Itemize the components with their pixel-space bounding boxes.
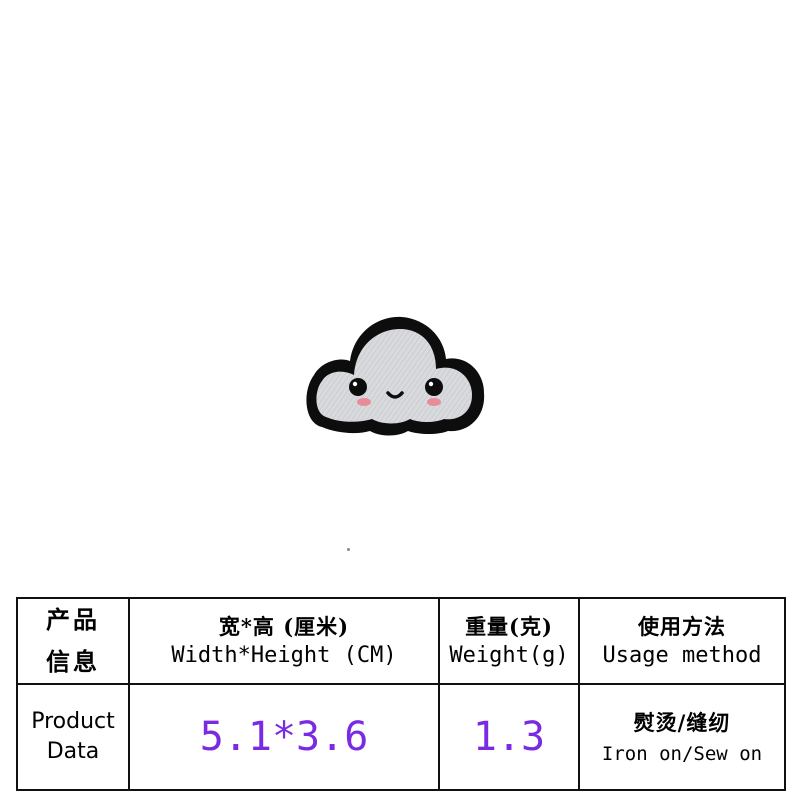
weight-value-cell: 1.3 [438, 683, 580, 791]
weight-value: 1.3 [472, 714, 546, 760]
row-header-cn-line2: 信息 [46, 647, 100, 676]
weight-header-en: Weight(g) [449, 643, 569, 668]
usage-header-cn: 使用方法 [638, 614, 726, 639]
usage-value-en: Iron on/Sew on [601, 743, 763, 765]
row-header-cn-cell: 产品 信息 [16, 597, 130, 685]
size-value-cell: 5.1*3.6 [128, 683, 440, 791]
left-cheek [357, 398, 371, 406]
cloud-body [316, 329, 472, 424]
size-header-en: Width*Height (CM) [171, 643, 397, 668]
cloud-face-patch-icon [306, 316, 485, 436]
usage-value-cell: 熨烫/缝纫 Iron on/Sew on [578, 683, 786, 791]
row-header-en-line2: Data [46, 739, 100, 764]
table-value-row: Product Data 5.1*3.6 1.3 熨烫/缝纫 Iron on/S… [16, 683, 786, 791]
row-header-en-cell: Product Data [16, 683, 130, 791]
size-header-cn: 宽*高 (厘米) [218, 614, 350, 639]
row-header-en-line1: Product [31, 709, 115, 734]
row-header-cn-line1: 产品 [46, 605, 100, 634]
usage-header-cell: 使用方法 Usage method [578, 597, 786, 685]
usage-header-en: Usage method [602, 643, 762, 668]
size-header-cell: 宽*高 (厘米) Width*Height (CM) [128, 597, 440, 685]
usage-value-cn: 熨烫/缝纫 [633, 710, 731, 735]
left-eye [349, 378, 367, 396]
product-info-table: 产品 信息 宽*高 (厘米) Width*Height (CM) 重量(克) W… [16, 597, 786, 791]
right-cheek [427, 398, 441, 406]
size-value: 5.1*3.6 [199, 714, 369, 760]
speck [347, 548, 350, 551]
weight-header-cn: 重量(克) [465, 614, 553, 639]
right-eye [425, 378, 443, 396]
table-header-row: 产品 信息 宽*高 (厘米) Width*Height (CM) 重量(克) W… [16, 597, 786, 685]
weight-header-cell: 重量(克) Weight(g) [438, 597, 580, 685]
